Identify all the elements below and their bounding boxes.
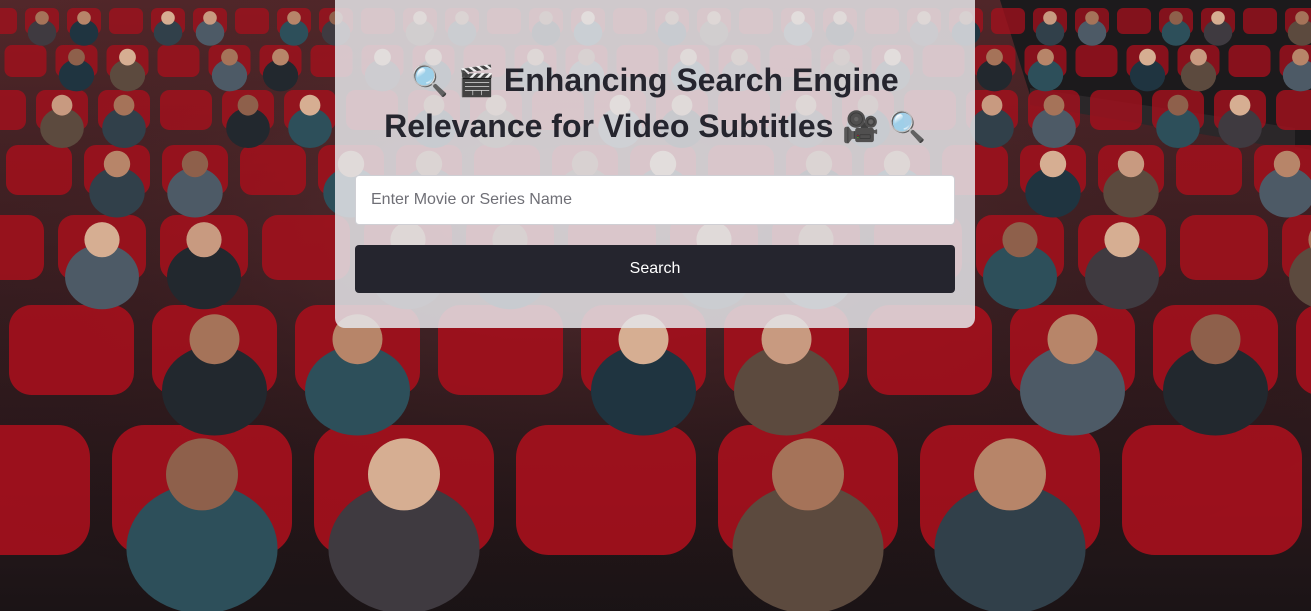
audience-member-head [1211,11,1225,25]
audience-member-head [974,438,1046,511]
audience-member-head [1047,314,1098,365]
audience-member-head [35,11,49,25]
theater-seat [109,8,143,34]
theater-seat [1180,215,1268,280]
theater-seat [1228,45,1271,77]
audience-member-head [203,11,217,25]
movie-search-input[interactable] [355,175,955,225]
theater-seat [0,90,26,130]
audience-member-head [1190,48,1207,66]
theater-seat [991,8,1025,34]
audience-member-head [221,48,238,66]
theater-seat [1243,8,1277,34]
audience-member-head [68,48,85,66]
audience-member-head [1229,94,1251,116]
search-card: 🔍 🎬 Enhancing Search Engine Relevance fo… [335,0,975,328]
audience-member-head [237,94,259,116]
clapperboard-icon: 🎬 [457,64,495,99]
audience-member-head [1292,48,1309,66]
theater-seat [1176,145,1242,195]
audience-member-head [119,48,136,66]
audience-member-head [84,222,120,258]
audience-member-head [772,438,844,511]
audience-member-head [51,94,73,116]
audience-member-head [1043,94,1065,116]
theater-seat [4,45,47,77]
theater-seat [6,145,72,195]
title-line-1: Enhancing Search Engine [503,62,899,98]
page: 🔍 🎬 Enhancing Search Engine Relevance fo… [0,0,1311,611]
film-projector-icon: 🎥 [842,110,880,145]
theater-seat [0,425,90,555]
audience-member-head [77,11,91,25]
audience-member-head [299,94,321,116]
audience-member-head [161,11,175,25]
audience-member-head [103,150,131,178]
audience-member-head [1085,11,1099,25]
search-button[interactable]: Search [355,245,955,293]
theater-seat [1075,45,1118,77]
theater-seat [1117,8,1151,34]
audience-member-head [1039,150,1067,178]
theater-seat [157,45,200,77]
theater-seat [235,8,269,34]
audience-member-head [272,48,289,66]
audience-member-head [1295,11,1309,25]
theater-seat [0,215,44,280]
theater-seat [1090,90,1142,130]
audience-member-head [1117,150,1145,178]
page-title: 🔍 🎬 Enhancing Search Engine Relevance fo… [355,58,955,150]
theater-seat [0,8,17,34]
audience-member-head [1167,94,1189,116]
audience-member-head [368,438,440,511]
audience-member-head [986,48,1003,66]
audience-member-head [287,11,301,25]
audience-member-head [1169,11,1183,25]
theater-seat [160,90,212,130]
audience-member-head [981,94,1003,116]
theater-seat [1296,306,1311,394]
theater-seat [1276,90,1311,130]
audience-member-head [1043,11,1057,25]
audience-member-head [1037,48,1054,66]
audience-member-head [181,150,209,178]
magnifier-icon: 🔍 [411,64,449,99]
audience-member-head [1002,222,1038,258]
audience-member-head [1104,222,1140,258]
theater-seat [9,305,134,395]
audience-member-head [186,222,222,258]
audience-member-head [1273,150,1301,178]
title-line-2: Relevance for Video Subtitles [384,108,834,144]
audience-member-head [1190,314,1241,365]
theater-seat [240,145,306,195]
magnifier-icon: 🔍 [888,110,926,145]
audience-member-head [1139,48,1156,66]
audience-member-head [166,438,238,511]
theater-seat [1122,425,1302,555]
audience-member-head [189,314,240,365]
audience-member-head [113,94,135,116]
theater-seat [516,425,696,555]
